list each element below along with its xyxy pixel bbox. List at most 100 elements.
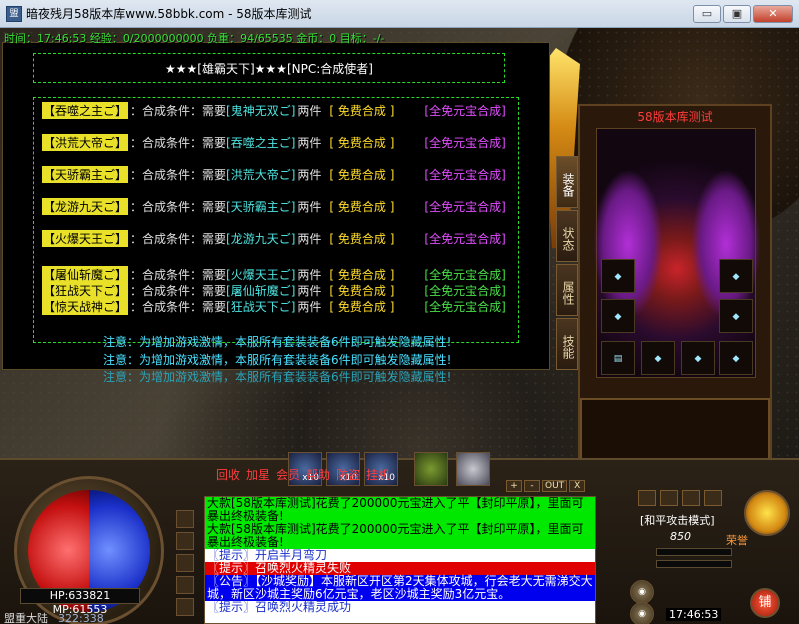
- character-model: ◆ ◆ ◆ ◆ ▤ ◆ ◆ ◆: [593, 128, 761, 378]
- free-synthesis-button[interactable]: [ 免费合成 ]: [329, 230, 394, 247]
- right-hud: [和平攻击模式] 850 荣誉 ◉ ◉ 铺 17:46:53: [626, 468, 796, 624]
- item-name-link[interactable]: 【屠仙斩魔ご】: [42, 265, 129, 283]
- item-name-link[interactable]: 【吞噬之主ご】: [42, 101, 129, 119]
- item-name-link[interactable]: 【惊天战神ご】: [42, 297, 129, 315]
- gold-synthesis-button[interactable]: [全免元宝合成]: [424, 298, 505, 315]
- item-name-link[interactable]: 【龙游九天ご】: [42, 197, 129, 215]
- hud-button[interactable]: [704, 490, 722, 506]
- gold-synthesis-button[interactable]: [全免元宝合成]: [424, 166, 505, 183]
- equip-slot-ring-left[interactable]: ◆: [601, 299, 635, 333]
- wing-right: [691, 169, 761, 319]
- free-synthesis-button[interactable]: [ 免费合成 ]: [329, 166, 394, 183]
- gold-synthesis-button[interactable]: [全免元宝合成]: [424, 198, 505, 215]
- equip-slot-bracelet-right[interactable]: ◆: [719, 259, 753, 293]
- gold-synthesis-button[interactable]: [全免元宝合成]: [424, 282, 505, 299]
- chat-message: 〖公告〗【沙城奖励】本服新区开区第2天集体攻城，行会老大无需涕交大城，新区沙城主…: [205, 575, 595, 601]
- close-button[interactable]: ✕: [753, 5, 793, 23]
- chat-toolbar: + - OUT X: [216, 480, 596, 494]
- minimize-button[interactable]: ▭: [693, 5, 721, 23]
- side-menu-icon[interactable]: [176, 554, 194, 572]
- condition-text: ：合成条件：需要: [130, 231, 227, 246]
- npc-dialog-header: ★★★[雄霸天下]★★★[NPC:合成使者]: [33, 53, 505, 83]
- material-count: 两件: [297, 231, 322, 246]
- gold-synthesis-button[interactable]: [全免元宝合成]: [424, 102, 505, 119]
- maximize-button[interactable]: ▣: [723, 5, 751, 23]
- hud-button[interactable]: [638, 490, 656, 506]
- tab-equipment[interactable]: 装备: [556, 156, 578, 208]
- chat-zoom-in-button[interactable]: +: [506, 480, 522, 492]
- free-synthesis-button[interactable]: [ 免费合成 ]: [329, 102, 394, 119]
- chat-close-button[interactable]: X: [569, 480, 586, 492]
- condition-text: ：合成条件：需要: [130, 283, 227, 298]
- hud-button[interactable]: [660, 490, 678, 506]
- level-display: 850: [670, 530, 691, 543]
- menu-auto[interactable]: 挂机: [366, 466, 390, 482]
- side-menu-icon[interactable]: [176, 510, 194, 528]
- item-name-link[interactable]: 【天骄霸主ご】: [42, 165, 129, 183]
- material-count: 两件: [297, 103, 322, 118]
- notice-line: 注意：为增加游戏激情，本服所有套装装备6件即可触发隐藏属性!: [103, 370, 452, 384]
- honor-label: 荣誉: [726, 534, 748, 547]
- game-scene[interactable]: 时间：17:46:53 经验：0/2000000000 负重：94/65535 …: [0, 28, 799, 624]
- tab-status[interactable]: 状态: [556, 210, 578, 262]
- app-icon: 盟: [6, 5, 22, 22]
- synthesis-row: 【吞噬之主ご】 ：合成条件：需要 [鬼神无双ご] 两件 [ 免费合成 ] [全免元宝合成]: [42, 101, 506, 119]
- synthesis-row: 【天骄霸主ご】 ：合成条件：需要 [洪荒大帝ご] 两件 [ 免费合成 ] [全免元宝合成]: [42, 165, 506, 183]
- free-synthesis-button[interactable]: [ 免费合成 ]: [329, 298, 394, 315]
- status-line: 时间：17:46:53 经验：0/2000000000 负重：94/65535 …: [4, 32, 385, 45]
- window-titlebar: 盟 暗夜残月58版本库www.58bbk.com - 58版本库测试 ▭ ▣ ✕: [0, 0, 799, 28]
- condition-text: ：合成条件：需要: [130, 299, 227, 314]
- game-clock: 17:46:53: [666, 608, 722, 621]
- side-menu-icon[interactable]: [176, 598, 194, 616]
- chat-menu: 回收 加星 会员 帮助 防盗 挂机: [216, 466, 596, 482]
- notice-line: 注意：为增加游戏激情，本服所有套装装备6件即可触发隐藏属性!: [103, 353, 452, 367]
- shop-button[interactable]: 铺: [750, 588, 780, 618]
- equip-slot-ring-right[interactable]: ◆: [719, 299, 753, 333]
- tab-skills[interactable]: 技能: [556, 318, 578, 370]
- item-name-link[interactable]: 【火爆天王ご】: [42, 229, 129, 247]
- material-name: [屠仙斩魔ご]: [226, 283, 296, 298]
- menu-help[interactable]: 帮助: [306, 466, 330, 482]
- menu-circle-button[interactable]: ◉: [630, 580, 654, 604]
- character-name: 58版本库测试: [637, 110, 713, 124]
- menu-anti-theft[interactable]: 防盗: [336, 466, 360, 482]
- menu-add-star[interactable]: 加星: [246, 466, 270, 482]
- chat-zoom-out-button[interactable]: -: [524, 480, 540, 492]
- hud-button[interactable]: [682, 490, 700, 506]
- window-title: 暗夜残月58版本库www.58bbk.com - 58版本库测试: [26, 7, 312, 21]
- item-name-link[interactable]: 【洪荒大帝ご】: [42, 133, 129, 151]
- menu-circle-button[interactable]: ◉: [630, 602, 654, 624]
- equip-slot-bracelet-left[interactable]: ◆: [601, 259, 635, 293]
- item-name-link[interactable]: 【狂战天下ご】: [42, 281, 129, 299]
- tab-attributes[interactable]: 属性: [556, 264, 578, 316]
- equip-slot-belt[interactable]: ◆: [641, 341, 675, 375]
- synthesis-row: 【火爆天王ご】 ：合成条件：需要 [龙游九天ご] 两件 [ 免费合成 ] [全免元宝合成]: [42, 229, 506, 247]
- chat-message: 〖提示〗召唤烈火精灵成功: [205, 601, 595, 614]
- chat-log[interactable]: 大款[58版本库测试]花费了200000元宝进入了平【封印平原】，里面可暴出终极…: [204, 496, 596, 624]
- equip-slot-boots[interactable]: ◆: [681, 341, 715, 375]
- exp-bar: [656, 548, 732, 556]
- gold-synthesis-button[interactable]: [全免元宝合成]: [424, 266, 505, 283]
- equip-slot-gem[interactable]: ◆: [719, 341, 753, 375]
- equipment-info-box: [580, 398, 770, 460]
- chat-out-button[interactable]: OUT: [542, 480, 568, 492]
- free-synthesis-button[interactable]: [ 免费合成 ]: [329, 134, 394, 151]
- material-name: [鬼神无双ご]: [226, 103, 296, 118]
- day-night-icon: [744, 490, 790, 536]
- equipment-tabs: 装备 状态 属性 技能: [556, 156, 578, 372]
- synthesis-row: 【龙游九天ご】 ：合成条件：需要 [天骄霸主ご] 两件 [ 免费合成 ] [全免元宝合成]: [42, 197, 506, 215]
- free-synthesis-button[interactable]: [ 免费合成 ]: [329, 198, 394, 215]
- material-count: 两件: [297, 283, 322, 298]
- attack-mode[interactable]: [和平攻击模式]: [640, 512, 715, 528]
- free-synthesis-button[interactable]: [ 免费合成 ]: [329, 266, 394, 283]
- material-count: 两件: [297, 299, 322, 314]
- side-menu-icon[interactable]: [176, 532, 194, 550]
- gold-synthesis-button[interactable]: [全免元宝合成]: [424, 230, 505, 247]
- gold-synthesis-button[interactable]: [全免元宝合成]: [424, 134, 505, 151]
- side-menu-icon[interactable]: [176, 576, 194, 594]
- menu-recycle[interactable]: 回收: [216, 466, 240, 482]
- equip-slot-charm[interactable]: ▤: [601, 341, 635, 375]
- hp-mp-readout: HP:633821 MP:61553: [20, 588, 140, 616]
- menu-vip[interactable]: 会员: [276, 466, 300, 482]
- free-synthesis-button[interactable]: [ 免费合成 ]: [329, 282, 394, 299]
